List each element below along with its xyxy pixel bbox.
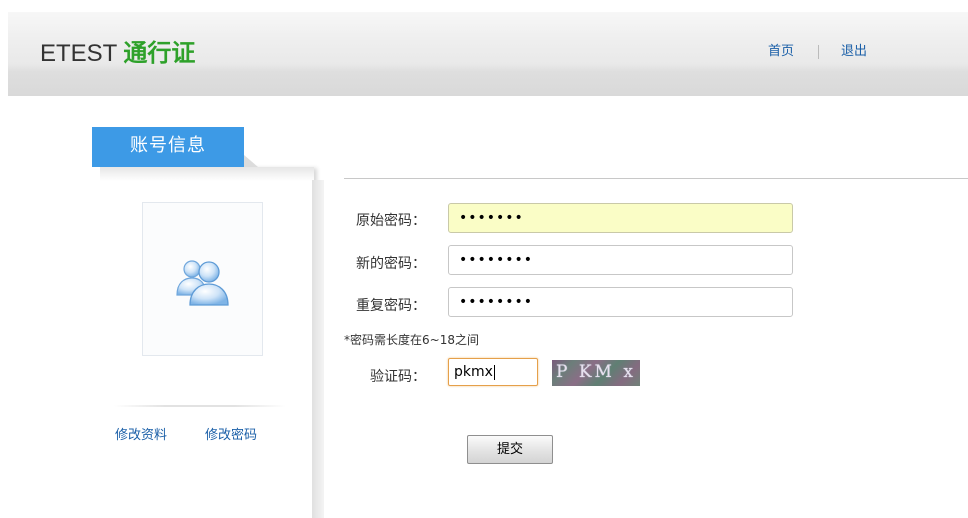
sidebar-divider (114, 405, 286, 407)
tab-corner-fold (244, 155, 258, 167)
nav-logout-link[interactable]: 退出 (841, 44, 867, 59)
top-nav: 首页 退出 (768, 40, 867, 59)
new-password-field[interactable]: •••••••• (448, 245, 793, 275)
avatar (142, 202, 263, 356)
repeat-password-label: 重复密码： (356, 298, 426, 314)
logo-brand: ETEST (40, 40, 118, 67)
captcha-image-text: P KM x (556, 362, 636, 382)
form-top-divider (344, 178, 968, 179)
captcha-image[interactable]: P KM x (552, 360, 640, 386)
tab-account-info[interactable]: 账号信息 (92, 127, 244, 167)
users-icon (176, 260, 229, 306)
captcha-label: 验证码： (370, 369, 426, 385)
sidebar-top-shadow (100, 167, 314, 181)
site-logo[interactable]: ETEST 通行证 (40, 33, 195, 68)
change-password-link[interactable]: 修改密码 (205, 424, 257, 443)
original-password-label: 原始密码： (356, 213, 426, 229)
nav-separator (818, 44, 820, 59)
edit-profile-link[interactable]: 修改资料 (115, 424, 167, 443)
captcha-input-value: pkmx (454, 364, 493, 380)
captcha-input[interactable]: pkmx (448, 358, 538, 386)
new-password-label: 新的密码： (356, 256, 426, 272)
original-password-field[interactable]: ••••••• (448, 203, 793, 233)
logo-subtitle: 通行证 (123, 39, 196, 67)
password-length-hint: *密码需长度在6~18之间 (344, 333, 479, 347)
repeat-password-field[interactable]: •••••••• (448, 287, 793, 317)
text-caret (493, 364, 495, 380)
submit-button[interactable]: 提交 (467, 435, 553, 464)
sidebar-edge-shadow (312, 180, 324, 518)
nav-home-link[interactable]: 首页 (768, 44, 794, 59)
